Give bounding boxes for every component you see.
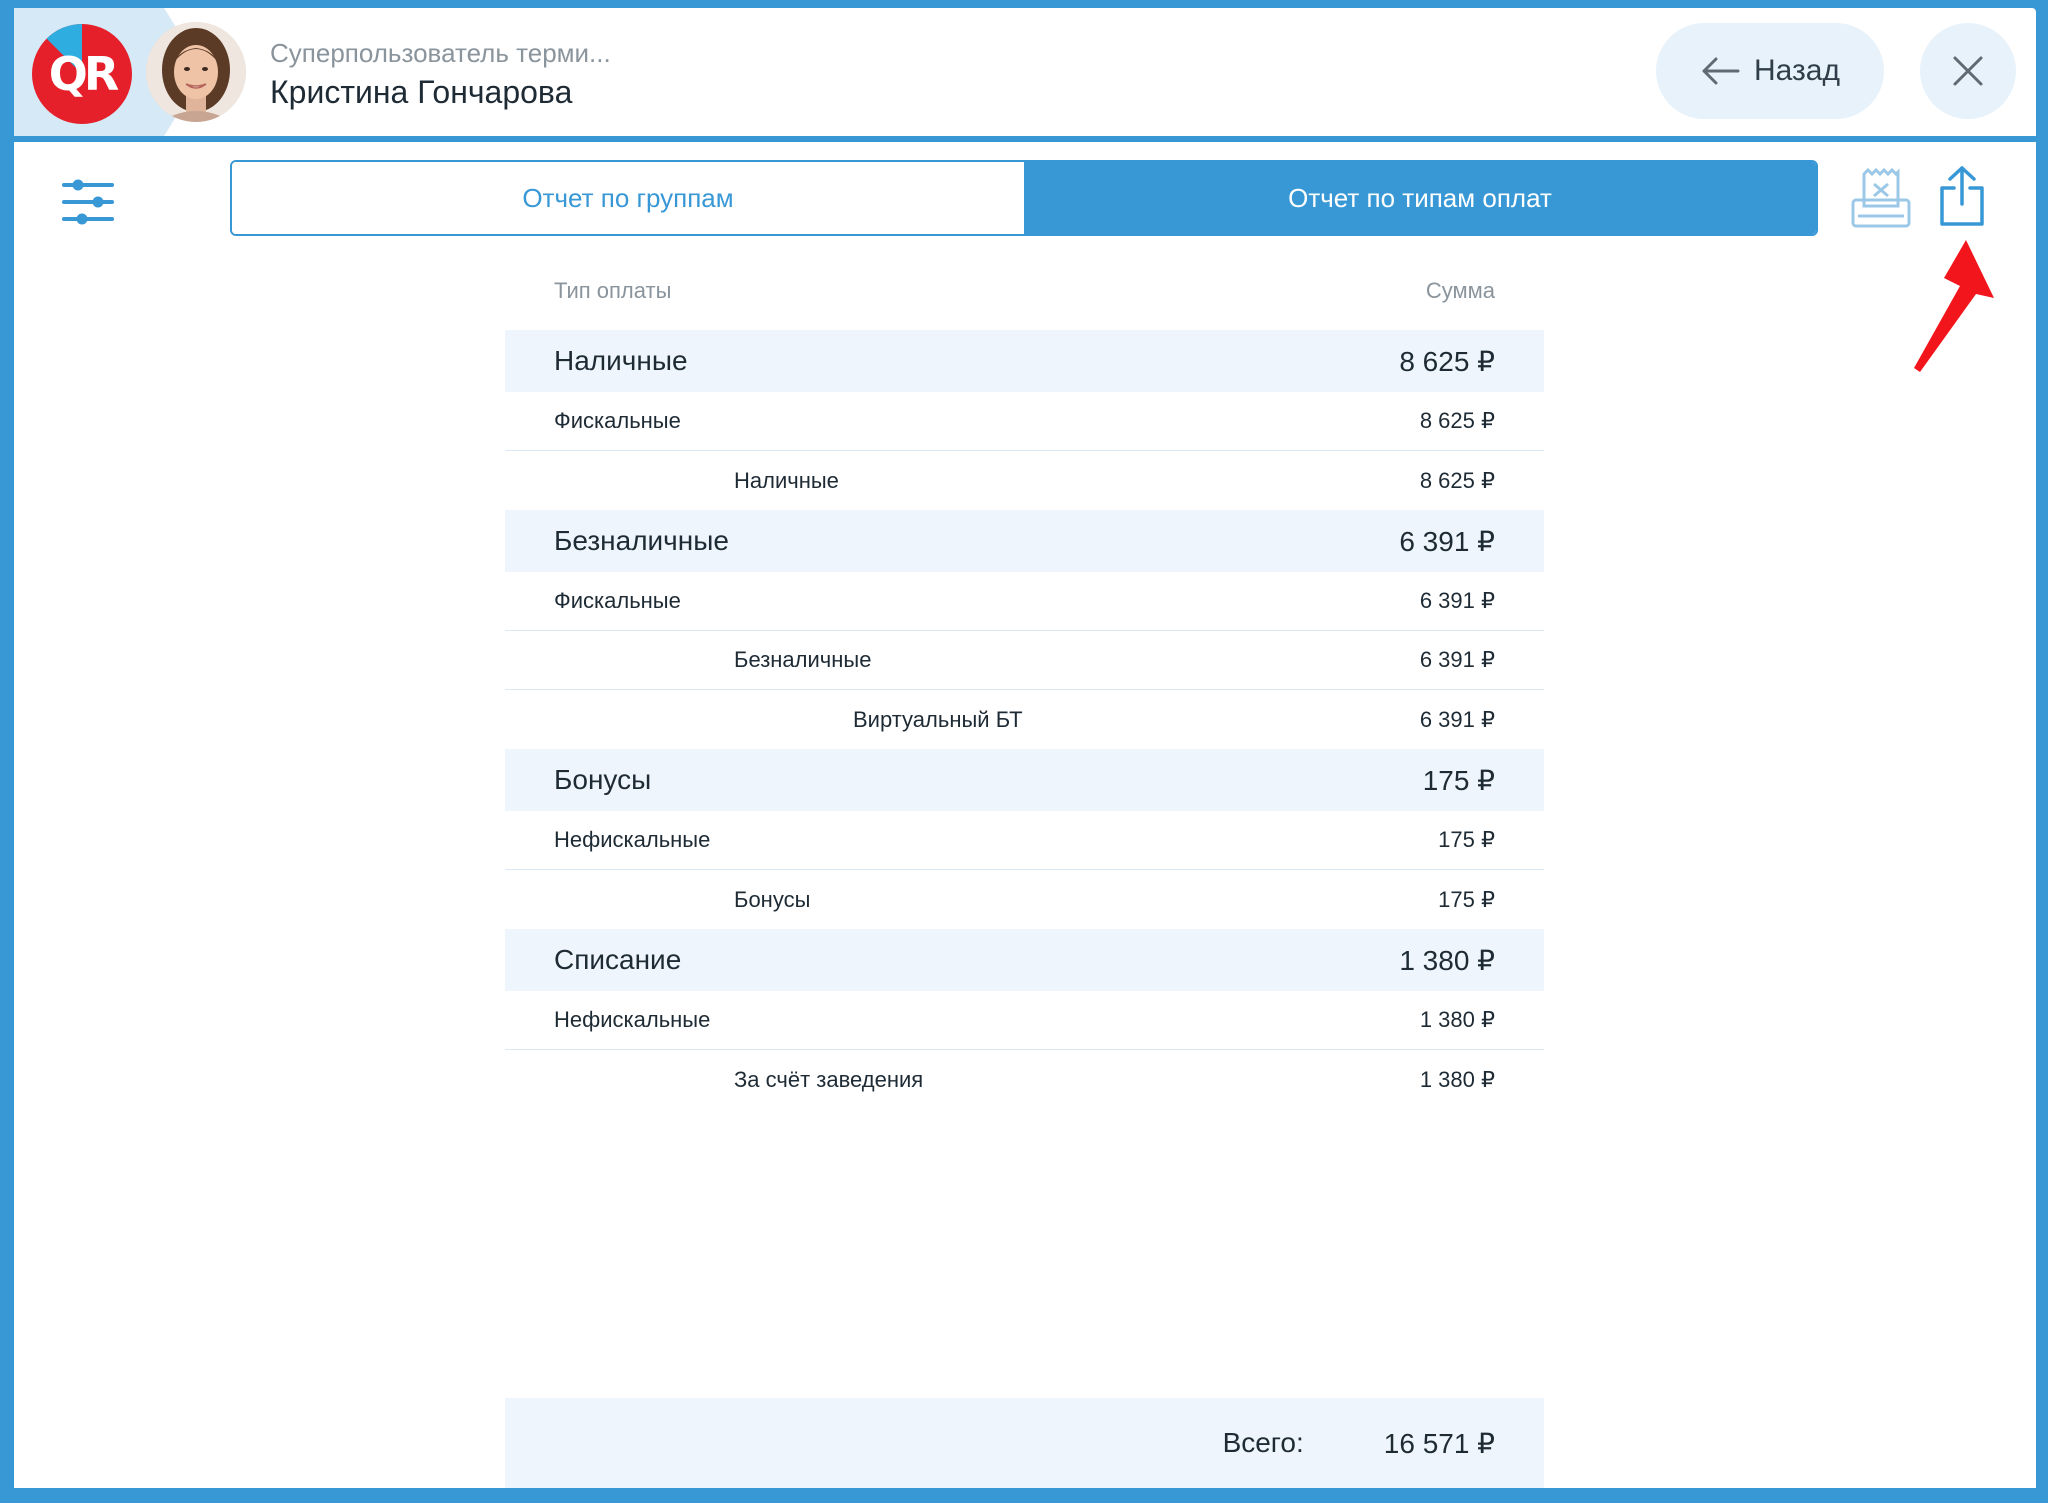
row-amount: 6 391 ₽ [1419,588,1495,613]
share-icon[interactable] [1936,164,1988,228]
table-row[interactable]: Фискальные 6 391 ₽ [505,572,1544,631]
group-row-cash[interactable]: Наличные 8 625 ₽ [505,330,1544,392]
table-row[interactable]: Безналичные 6 391 ₽ [505,631,1544,690]
row-amount: 6 391 ₽ [1419,706,1495,732]
row-label: За счёт заведения [734,1066,924,1092]
table-row[interactable]: Виртуальный БТ 6 391 ₽ [505,690,1544,749]
row-label: Списание [554,944,682,975]
logo-text: QR [48,47,120,101]
row-amount: 8 625 ₽ [1419,467,1495,493]
red-arrow-pointer [1914,240,1994,372]
app-logo: QR [32,24,132,124]
user-name: Кристина Гончарова [270,74,573,110]
total-amount: 16 571 ₽ [1383,1427,1495,1459]
row-label: Бонусы [734,886,811,912]
group-row-cashless[interactable]: Безналичные 6 391 ₽ [505,510,1544,572]
tab-groups-report[interactable]: Отчет по группам [232,162,1024,234]
back-button-label: Назад [1754,54,1840,87]
row-label: Наличные [554,345,688,376]
row-amount: 8 625 ₽ [1399,345,1495,377]
table-row[interactable]: Нефискальные 1 380 ₽ [505,991,1544,1050]
group-row-bonuses[interactable]: Бонусы 175 ₽ [505,749,1544,811]
column-amount: Сумма [1425,278,1495,303]
row-label: Безналичные [554,525,729,556]
row-label: Фискальные [554,588,681,613]
row-label: Фискальные [554,408,681,433]
close-button[interactable] [1920,23,2016,119]
payment-types-table: Тип оплаты Сумма Наличные 8 625 ₽ Фискал… [505,252,1544,1109]
row-amount: 6 391 ₽ [1419,647,1495,672]
row-label: Безналичные [734,647,872,672]
row-label: Наличные [734,467,839,493]
header-bar: QR Суперпользователь терми... Кристина Г… [14,8,2036,136]
table-row[interactable]: Фискальные 8 625 ₽ [505,392,1544,451]
row-amount: 6 391 ₽ [1399,525,1495,557]
avatar[interactable] [146,22,246,122]
row-amount: 175 ₽ [1422,764,1495,796]
table-row[interactable]: Нефискальные 175 ₽ [505,811,1544,870]
row-amount: 8 625 ₽ [1419,408,1495,433]
total-row: Всего: 16 571 ₽ [505,1398,1544,1488]
row-amount: 175 ₽ [1438,827,1495,852]
row-label: Виртуальный БТ [853,706,1023,732]
group-row-write-off[interactable]: Списание 1 380 ₽ [505,929,1544,991]
tab-payment-types-report[interactable]: Отчет по типам оплат [1024,162,1816,234]
report-panel: Отчет по группам Отчет по типам оплат Ти… [14,142,2036,1488]
column-payment-type: Тип оплаты [554,278,672,303]
back-button[interactable]: Назад [1656,23,1884,119]
table-row[interactable]: Наличные 8 625 ₽ [505,451,1544,510]
table-row[interactable]: За счёт заведения 1 380 ₽ [505,1050,1544,1109]
row-amount: 175 ₽ [1438,886,1495,912]
report-tabs: Отчет по группам Отчет по типам оплат [230,160,1818,236]
print-receipt-icon[interactable] [1850,168,1912,230]
table-header: Тип оплаты Сумма [505,252,1544,330]
user-role: Суперпользователь терми... [270,38,611,68]
sliders-icon[interactable] [60,178,116,226]
row-amount: 1 380 ₽ [1419,1066,1495,1092]
avatar-photo [146,22,246,122]
row-amount: 1 380 ₽ [1419,1007,1495,1032]
total-label: Всего: [1222,1427,1304,1458]
row-amount: 1 380 ₽ [1399,944,1495,976]
row-label: Бонусы [554,764,652,795]
row-label: Нефискальные [554,1007,711,1032]
close-icon [1953,56,1983,86]
row-label: Нефискальные [554,827,711,852]
arrow-left-icon [1702,57,1740,85]
table-row[interactable]: Бонусы 175 ₽ [505,870,1544,929]
